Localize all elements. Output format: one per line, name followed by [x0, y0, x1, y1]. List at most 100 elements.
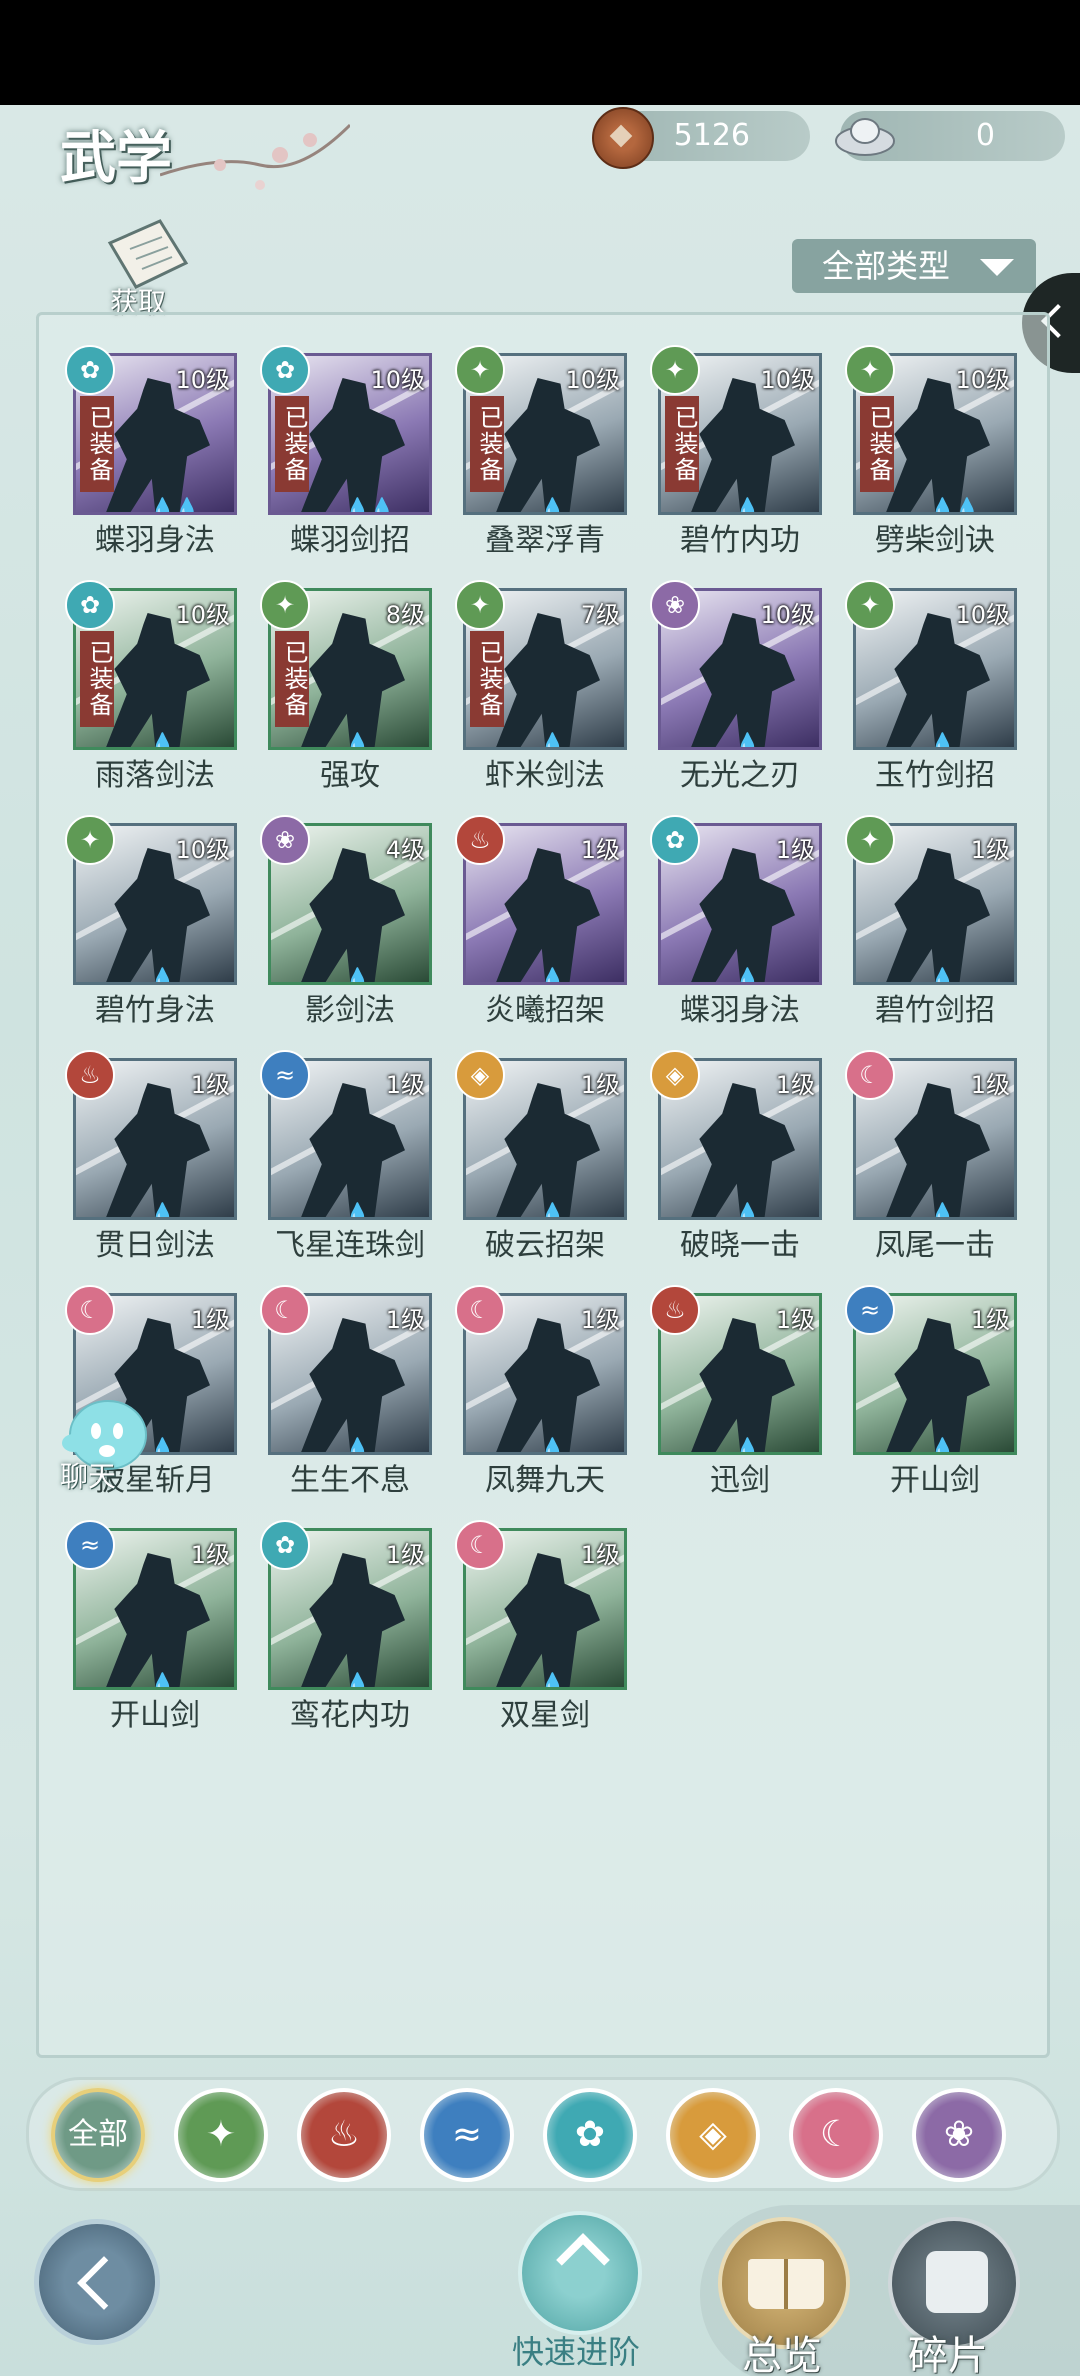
skill-card[interactable]: 10级 💧 ✦ 玉竹剑招: [845, 580, 1025, 793]
fragments-label[interactable]: 碎片: [908, 2323, 988, 2376]
skill-card[interactable]: 1级 💧 ◈ 破晓一击: [650, 1050, 830, 1263]
skill-level: 1级: [580, 1541, 620, 1569]
skill-name: 破云招架: [485, 1228, 605, 1263]
type-filter-dropdown[interactable]: 全部类型: [792, 239, 1036, 293]
quick-advance-label[interactable]: 快速进阶: [512, 2327, 640, 2373]
equipped-tag: 已装备: [470, 631, 504, 727]
skill-name: 鸾花内功: [290, 1698, 410, 1733]
skill-card[interactable]: 8级 已装备 💧 ✦ 强攻: [260, 580, 440, 793]
skill-card[interactable]: 1级 💧 ≈ 飞星连珠剑: [260, 1050, 440, 1263]
skill-level: 1级: [385, 1071, 425, 1099]
rank-drop-icons: 💧: [540, 966, 565, 985]
rank-drop-icons: 💧: [735, 731, 760, 750]
rank-drop-icons: 💧: [540, 496, 565, 515]
skill-card[interactable]: 10级 已装备 💧💧 ✦ 劈柴剑诀: [845, 345, 1025, 558]
skill-name: 强攻: [320, 758, 380, 793]
copper-coin-icon: [592, 107, 654, 169]
water-element-icon[interactable]: ≈: [420, 2088, 514, 2182]
skill-level: 1级: [385, 1306, 425, 1334]
equipped-tag: 已装备: [275, 396, 309, 492]
rank-drop-icons: 💧: [150, 731, 175, 750]
skill-card[interactable]: 10级 已装备 💧 ✿ 雨落剑法: [65, 580, 245, 793]
skill-name: 碧竹剑招: [875, 993, 995, 1028]
rank-drop-icons: 💧: [345, 1201, 370, 1220]
skill-card[interactable]: 7级 已装备 💧 ✦ 虾米剑法: [455, 580, 635, 793]
skill-card[interactable]: 10级 💧 ✦ 碧竹身法: [65, 815, 245, 1028]
martial-arts-screen: 武学 5126 0 获取 全部类型 10级 已装备 💧💧 ✿ 蝶羽身法 10级 已装备 💧💧 ✿…: [0, 105, 1080, 2376]
rank-drop-icons: 💧: [930, 1201, 955, 1220]
skill-card[interactable]: 1级 💧 ☾ 生生不息: [260, 1285, 440, 1498]
skill-level: 10级: [760, 366, 815, 394]
skill-level: 1级: [580, 836, 620, 864]
skill-name: 叠翠浮青: [485, 523, 605, 558]
skill-name: 影剑法: [305, 993, 395, 1028]
overview-label[interactable]: 总览: [742, 2323, 822, 2376]
wind-element-icon: ✿: [650, 815, 700, 865]
element-filter-bar: 全部 ✦ ♨ ≈ ✿ ◈ ☾ ❀: [26, 2077, 1060, 2191]
skill-card[interactable]: 1级 💧 ✿ 鸾花内功: [260, 1520, 440, 1733]
skill-card[interactable]: 1级 💧 ✦ 碧竹剑招: [845, 815, 1025, 1028]
equipped-tag: 已装备: [275, 631, 309, 727]
wind-element-icon[interactable]: ✿: [543, 2088, 637, 2182]
void-element-icon: ❀: [260, 815, 310, 865]
back-button[interactable]: [34, 2219, 160, 2345]
rank-drop-icons: 💧: [345, 966, 370, 985]
rank-drop-icons: 💧: [345, 1671, 370, 1690]
gold-element-icon: ◈: [650, 1050, 700, 1100]
skill-level: 1级: [580, 1306, 620, 1334]
moon-element-icon: ☾: [455, 1520, 505, 1570]
skill-level: 1级: [970, 1306, 1010, 1334]
moon-element-icon[interactable]: ☾: [789, 2088, 883, 2182]
skill-level: 10级: [955, 366, 1010, 394]
rank-drop-icons: 💧: [735, 966, 760, 985]
rank-drop-icons: 💧: [930, 1436, 955, 1455]
skill-card[interactable]: 1级 💧 ◈ 破云招架: [455, 1050, 635, 1263]
rank-drop-icons: 💧: [930, 966, 955, 985]
copper-coin-counter[interactable]: 5126: [592, 107, 810, 169]
rank-drop-icons: 💧: [735, 496, 760, 515]
rank-drop-icons: 💧💧: [930, 496, 980, 515]
skill-name: 双星剑: [500, 1698, 590, 1733]
wind-element-icon: ✿: [65, 580, 115, 630]
skill-level: 1级: [970, 836, 1010, 864]
skill-card[interactable]: 1级 💧 ≈ 开山剑: [845, 1285, 1025, 1498]
skill-card[interactable]: 4级 💧 ❀ 影剑法: [260, 815, 440, 1028]
wood-element-icon[interactable]: ✦: [174, 2088, 268, 2182]
fire-element-icon[interactable]: ♨: [297, 2088, 391, 2182]
skill-card[interactable]: 1级 💧 ♨ 贯日剑法: [65, 1050, 245, 1263]
skill-card[interactable]: 1级 💧 ☾ 凤舞九天: [455, 1285, 635, 1498]
rank-drop-icons: 💧: [345, 1436, 370, 1455]
rank-drop-icons: 💧: [735, 1436, 760, 1455]
rank-drop-icons: 💧: [735, 1201, 760, 1220]
fire-element-icon: ♨: [65, 1050, 115, 1100]
all-icon[interactable]: 全部: [51, 2088, 145, 2182]
gold-element-icon[interactable]: ◈: [666, 2088, 760, 2182]
skill-name: 劈柴剑诀: [875, 523, 995, 558]
skill-card[interactable]: 1级 💧 ☾ 凤尾一击: [845, 1050, 1025, 1263]
skill-card[interactable]: 1级 💧 ✿ 蝶羽身法: [650, 815, 830, 1028]
skill-card[interactable]: 1级 💧 ☾ 双星剑: [455, 1520, 635, 1733]
wind-element-icon: ✿: [260, 1520, 310, 1570]
quick-advance-button[interactable]: [518, 2211, 642, 2335]
chat-label[interactable]: 聊天: [60, 1455, 116, 1495]
rank-drop-icons: 💧: [150, 966, 175, 985]
skill-card[interactable]: 1级 💧 ♨ 炎曦招架: [455, 815, 635, 1028]
fire-element-icon: ♨: [650, 1285, 700, 1335]
skill-level: 1级: [775, 1306, 815, 1334]
skill-level: 8级: [385, 601, 425, 629]
rank-drop-icons: 💧💧: [345, 496, 395, 515]
skill-card[interactable]: 10级 💧 ❀ 无光之刃: [650, 580, 830, 793]
skill-card[interactable]: 10级 已装备 💧💧 ✿ 蝶羽身法: [65, 345, 245, 558]
skill-name: 破晓一击: [680, 1228, 800, 1263]
gold-element-icon: ◈: [455, 1050, 505, 1100]
silver-ingot-counter[interactable]: 0: [835, 111, 1065, 161]
skill-level: 10级: [370, 366, 425, 394]
moon-element-icon: ☾: [65, 1285, 115, 1335]
skill-card[interactable]: 10级 已装备 💧💧 ✿ 蝶羽剑招: [260, 345, 440, 558]
skill-card[interactable]: 10级 已装备 💧 ✦ 叠翠浮青: [455, 345, 635, 558]
skill-card[interactable]: 10级 已装备 💧 ✦ 碧竹内功: [650, 345, 830, 558]
skill-card[interactable]: 1级 💧 ≈ 开山剑: [65, 1520, 245, 1733]
skill-level: 1级: [970, 1071, 1010, 1099]
void-element-icon[interactable]: ❀: [912, 2088, 1006, 2182]
skill-card[interactable]: 1级 💧 ♨ 迅剑: [650, 1285, 830, 1498]
